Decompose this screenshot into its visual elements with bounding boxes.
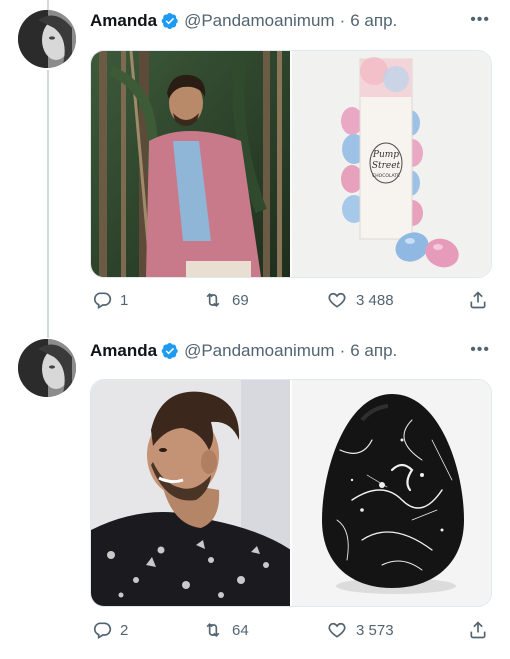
retweet-count: 64 — [232, 621, 249, 639]
tweet-header: Amanda @Pandamoanimum · 6 апр. ••• — [90, 9, 492, 33]
like-count: 3 573 — [356, 621, 394, 639]
retweet-button[interactable]: 64 — [202, 620, 249, 640]
retweet-button[interactable]: 69 — [202, 290, 249, 310]
share-button[interactable] — [468, 620, 488, 640]
man-pink-jacket-photo[interactable] — [91, 51, 290, 277]
heart-icon — [328, 622, 346, 638]
like-count: 3 488 — [356, 291, 394, 309]
separator-dot: · — [339, 341, 346, 360]
tweet[interactable]: Amanda @Pandamoanimum · 6 апр. ••• — [0, 330, 510, 659]
reply-count: 1 — [120, 291, 129, 309]
more-options-icon[interactable]: ••• — [470, 11, 490, 29]
black-splatter-chocolate-egg-photo[interactable] — [290, 380, 491, 606]
tweet-date[interactable]: 6 апр. — [350, 341, 397, 361]
tweet[interactable]: Amanda @Pandamoanimum · 6 апр. ••• — [0, 0, 510, 330]
share-button[interactable] — [468, 290, 488, 310]
tweet-date[interactable]: 6 апр. — [350, 11, 397, 31]
author-name[interactable]: Amanda — [90, 11, 157, 31]
avatar[interactable] — [18, 339, 76, 397]
avatar[interactable] — [18, 10, 76, 68]
reply-count: 2 — [120, 621, 129, 639]
reply-button[interactable]: 1 — [92, 290, 128, 310]
author-handle[interactable]: @Pandamoanimum — [184, 11, 335, 31]
retweet-icon — [206, 622, 220, 638]
box-text-chocolate: CHOCOLATE — [372, 173, 400, 179]
man-smiling-printed-shirt-photo[interactable] — [91, 380, 290, 606]
tweet-actions: 1 69 3 488 — [90, 288, 490, 312]
tweet-media[interactable] — [90, 379, 492, 607]
box-text-pump: Pump — [372, 150, 399, 160]
verified-badge-icon — [161, 12, 179, 30]
like-button[interactable]: 3 488 — [326, 290, 394, 310]
author-handle[interactable]: @Pandamoanimum — [184, 341, 335, 361]
separator-dot: · — [339, 11, 346, 30]
like-button[interactable]: 3 573 — [326, 620, 394, 640]
pump-street-chocolate-eggs-photo[interactable]: Pump Street CHOCOLATE — [290, 51, 491, 277]
more-options-icon[interactable]: ••• — [470, 341, 490, 359]
tweet-actions: 2 64 3 573 — [90, 618, 490, 642]
retweet-icon — [206, 292, 220, 308]
tweet-header: Amanda @Pandamoanimum · 6 апр. ••• — [90, 339, 492, 363]
box-text-street: Street — [372, 161, 401, 171]
reply-icon — [93, 622, 112, 639]
share-icon — [470, 621, 486, 639]
author-name[interactable]: Amanda — [90, 341, 157, 361]
verified-badge-icon — [161, 342, 179, 360]
tweet-media[interactable]: Pump Street CHOCOLATE — [90, 50, 492, 278]
retweet-count: 69 — [232, 291, 249, 309]
reply-button[interactable]: 2 — [92, 620, 128, 640]
heart-icon — [328, 292, 346, 308]
reply-icon — [93, 292, 112, 309]
share-icon — [470, 291, 486, 309]
